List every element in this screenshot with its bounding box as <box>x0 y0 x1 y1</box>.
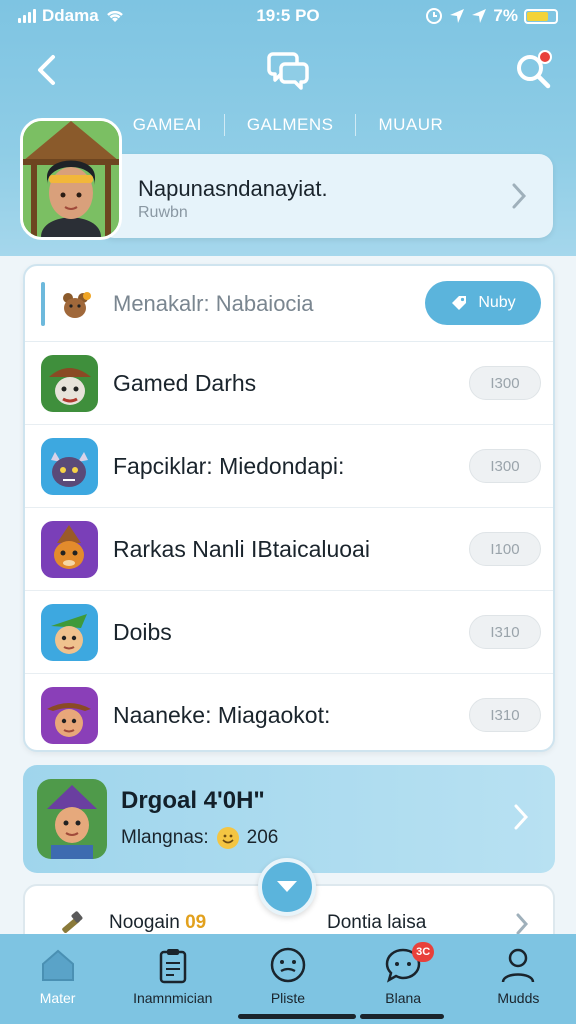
emoji-face-icon <box>270 947 306 983</box>
smile-icon <box>216 827 239 849</box>
game-icon-fox <box>41 521 98 578</box>
list-item[interactable]: Rarkas Nanli IBtaicaluoai I100 <box>25 508 553 591</box>
accent-bar <box>41 282 45 326</box>
tab-profile[interactable]: Mudds <box>463 946 573 1006</box>
chat-bubbles-icon <box>267 52 309 90</box>
featured-subtitle-label: Mlangnas: <box>121 827 209 848</box>
profile-card[interactable]: Napunasndanayiat. Ruwbn <box>100 154 553 238</box>
tag-button-label: Nuby <box>478 294 516 311</box>
chevron-right-icon <box>514 804 529 830</box>
game-list-card: Menakalr: Nabaiocia Nuby Gamed Darhs I30… <box>23 264 555 752</box>
list-item[interactable]: Gamed Darhs I300 <box>25 342 553 425</box>
item-value-pill[interactable]: I300 <box>469 449 541 483</box>
profile-name: Napunasndanayiat. <box>138 176 328 201</box>
game-icon-pirate <box>41 355 98 412</box>
profile-icon <box>502 948 535 983</box>
home-icon <box>41 949 74 981</box>
item-value-pill[interactable]: I310 <box>469 615 541 649</box>
expand-button[interactable] <box>258 858 316 916</box>
chevron-right-icon <box>512 183 527 209</box>
search-button[interactable] <box>510 48 556 94</box>
item-title: Rarkas Nanli IBtaicaluoai <box>113 536 370 562</box>
profile-subtitle: Ruwbn <box>138 204 188 221</box>
location-arrow-icon-2 <box>472 9 487 23</box>
tab-emoji[interactable]: Pliste <box>233 946 343 1006</box>
featured-subtitle-value: 206 <box>246 827 279 848</box>
home-indicator-2 <box>360 1014 444 1019</box>
chat-badge: 3C <box>412 942 435 962</box>
tab-muaur[interactable]: MUAUR <box>356 115 465 135</box>
chevron-left-icon <box>38 55 55 85</box>
location-arrow-icon <box>450 9 465 23</box>
signal-icon <box>18 9 36 23</box>
tab-home[interactable]: Mater <box>3 946 113 1006</box>
game-icon-monster <box>41 438 98 495</box>
nav-bar <box>0 40 576 100</box>
status-bar: Ddama 19:5 PO 7% <box>0 0 576 32</box>
tab-profile-label: Mudds <box>497 990 540 1006</box>
featured-subtitle: Mlangnas: 206 <box>121 827 278 849</box>
back-button[interactable] <box>26 50 66 90</box>
carrier-name: Ddama <box>42 6 99 25</box>
tab-home-label: Mater <box>39 990 76 1006</box>
item-value-pill[interactable]: I300 <box>469 366 541 400</box>
bottom-left-text: Noogain <box>109 912 180 933</box>
item-title: Doibs <box>113 619 172 645</box>
tab-emoji-label: Pliste <box>270 990 306 1006</box>
chevron-right-icon <box>516 913 529 935</box>
bear-icon <box>63 292 91 318</box>
tab-galmens[interactable]: GALMENS <box>225 115 356 135</box>
list-title: Menakalr: Nabaiocia <box>113 291 314 316</box>
tab-gameai[interactable]: GAMEAI <box>111 115 224 135</box>
bottom-right-label: Dontia laisa <box>327 912 427 933</box>
list-header: Menakalr: Nabaiocia Nuby <box>25 266 553 342</box>
tag-icon <box>452 296 467 310</box>
tab-clipboard-label: Inamnmician <box>133 990 213 1006</box>
item-value-pill[interactable]: I100 <box>469 532 541 566</box>
item-title: Naaneke: Miagaokot: <box>113 702 331 728</box>
status-time: 19:5 PO <box>256 6 320 25</box>
tab-chat[interactable]: 3C Blana <box>348 942 458 1006</box>
wifi-icon <box>106 10 123 22</box>
bottom-left-accent: 09 <box>185 912 207 933</box>
home-indicator <box>238 1014 356 1019</box>
alarm-icon <box>426 8 443 24</box>
featured-game-icon <box>37 779 107 859</box>
battery-percent: 7% <box>493 6 518 25</box>
item-value-pill[interactable]: I310 <box>469 698 541 732</box>
featured-card[interactable]: Drgoal 4'0H" Mlangnas: 206 <box>23 765 555 873</box>
item-title: Gamed Darhs <box>113 370 257 396</box>
list-item[interactable]: Naaneke: Miagaokot: I310 <box>25 674 553 757</box>
tab-clipboard[interactable]: Inamnmician <box>118 946 228 1006</box>
list-item[interactable]: Fapciklar: Miedondapi: I300 <box>25 425 553 508</box>
tag-button[interactable]: Nuby <box>425 281 541 325</box>
notification-dot <box>538 50 552 64</box>
featured-title: Drgoal 4'0H" <box>121 787 265 814</box>
game-icon-cowboy <box>41 687 98 744</box>
game-icon-elf <box>41 604 98 661</box>
item-title: Fapciklar: Miedondapi: <box>113 453 345 479</box>
list-item[interactable]: Doibs I310 <box>25 591 553 674</box>
bottom-tab-bar: Mater Inamnmician Pliste 3C Blana Mudds <box>0 934 576 1024</box>
chat-button[interactable] <box>262 44 314 96</box>
bottom-left-label: Noogain 09 <box>109 912 206 934</box>
battery-icon <box>524 8 558 24</box>
tab-chat-label: Blana <box>385 990 422 1006</box>
avatar[interactable] <box>20 118 122 240</box>
clipboard-icon <box>159 949 187 984</box>
chevron-down-icon <box>277 881 297 892</box>
